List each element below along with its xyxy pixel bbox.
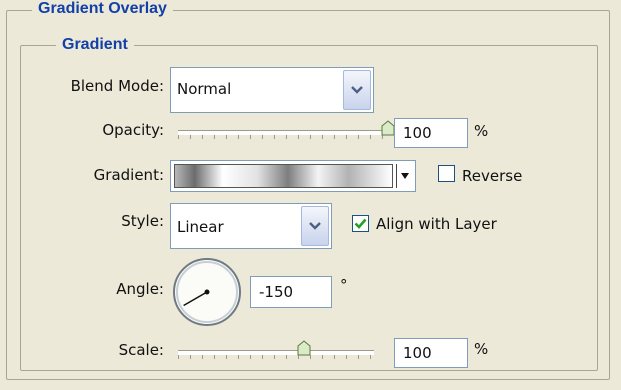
chevron-down-icon[interactable] [301,206,329,246]
align-with-layer-checkbox[interactable] [352,215,369,232]
angle-center-dot [204,289,210,295]
style-value: Linear [177,218,224,236]
check-mark-icon [354,218,367,229]
reverse-checkbox[interactable] [438,165,455,182]
reverse-label: Reverse [462,167,523,185]
panel-title: Gradient Overlay [32,0,173,18]
gradient-picker[interactable] [170,160,416,192]
blend-mode-dropdown[interactable]: Normal [170,67,374,113]
style-label: Style: [121,212,164,230]
slider-thumb-icon[interactable] [297,340,311,356]
gradient-preview-swatch[interactable] [174,164,393,188]
opacity-input[interactable]: 100 [394,118,468,148]
align-with-layer-label: Align with Layer [376,215,497,233]
blend-mode-label: Blend Mode: [70,77,164,95]
angle-input[interactable]: -150 [250,276,332,308]
scale-value: 100 [403,344,432,362]
gradient-label: Gradient: [93,166,164,184]
opacity-unit: % [474,122,489,140]
blend-mode-value: Normal [177,80,232,98]
group-title: Gradient [56,36,134,54]
style-dropdown[interactable]: Linear [170,203,332,249]
angle-label: Angle: [116,280,164,298]
opacity-slider-ticks [178,135,388,139]
scale-label: Scale: [118,341,164,359]
scale-slider-ticks [178,355,374,359]
angle-unit: ° [340,276,348,294]
triangle-down-icon[interactable] [396,164,413,188]
scale-unit: % [474,340,489,358]
slider-thumb-icon[interactable] [381,120,395,136]
angle-dial[interactable] [172,257,242,327]
angle-value: -150 [259,283,294,301]
opacity-label: Opacity: [102,121,164,139]
chevron-down-icon[interactable] [343,70,371,110]
opacity-value: 100 [403,124,432,142]
scale-input[interactable]: 100 [394,338,468,368]
